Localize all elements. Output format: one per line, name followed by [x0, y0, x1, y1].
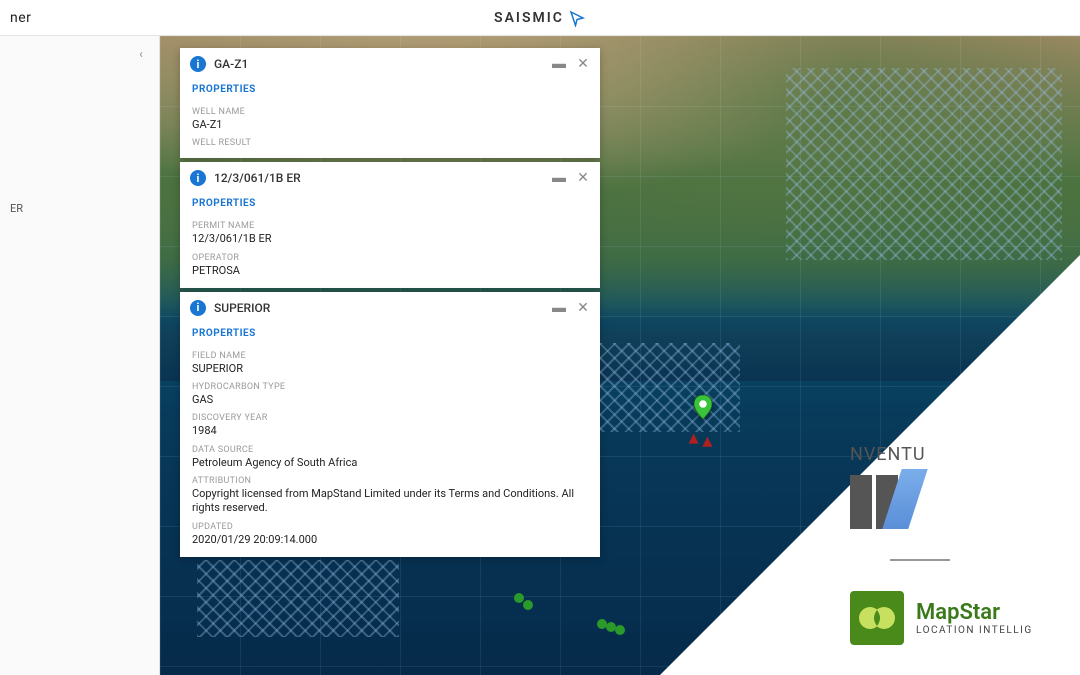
- left-sidebar: ‹ ER: [0, 36, 160, 675]
- minimize-icon: ▬: [552, 171, 566, 185]
- popup-header: i SUPERIOR ▬ ✕: [180, 292, 600, 324]
- property-value: Copyright licensed from MapStand Limited…: [192, 487, 588, 516]
- popup-title: SUPERIOR: [214, 301, 544, 315]
- sidebar-fragment-text: ER: [0, 196, 159, 221]
- property-value: 1984: [192, 424, 588, 438]
- info-popup: i SUPERIOR ▬ ✕ PROPERTIES FIELD NAME SUP…: [180, 292, 600, 557]
- popup-body: FIELD NAME SUPERIOR HYDROCARBON TYPE GAS…: [180, 351, 600, 557]
- close-button[interactable]: ✕: [576, 57, 590, 71]
- property-value: 2020/01/29 20:09:14.000: [192, 533, 588, 547]
- info-popup-stack: i GA-Z1 ▬ ✕ PROPERTIES WELL NAME GA-Z1 W…: [180, 48, 600, 561]
- property-label: OPERATOR: [192, 253, 588, 263]
- property-label: FIELD NAME: [192, 351, 588, 361]
- property-label: HYDROCARBON TYPE: [192, 382, 588, 392]
- close-button[interactable]: ✕: [576, 301, 590, 315]
- popup-body: PERMIT NAME 12/3/061/1B ER OPERATOR PETR…: [180, 221, 600, 288]
- property-label: UPDATED: [192, 522, 588, 532]
- minimize-button[interactable]: ▬: [552, 301, 566, 315]
- map-pin-marker[interactable]: [694, 395, 712, 419]
- property-label: WELL RESULT: [192, 138, 588, 148]
- popup-header: i GA-Z1 ▬ ✕: [180, 48, 600, 80]
- popup-section-label: PROPERTIES: [180, 80, 600, 101]
- popup-title: GA-Z1: [214, 57, 544, 71]
- property-value: 12/3/061/1B ER: [192, 232, 588, 246]
- close-button[interactable]: ✕: [576, 171, 590, 185]
- header-left-text: ner: [10, 10, 31, 26]
- minimize-button[interactable]: ▬: [552, 171, 566, 185]
- popup-section-label: PROPERTIES: [180, 324, 600, 345]
- sidebar-collapse-button[interactable]: ‹: [131, 44, 151, 64]
- map-hatch-block: [197, 560, 399, 637]
- popup-header: i 12/3/061/1B ER ▬ ✕: [180, 162, 600, 194]
- property-label: PERMIT NAME: [192, 221, 588, 231]
- close-icon: ✕: [577, 171, 589, 185]
- property-value: GA-Z1: [192, 118, 588, 132]
- chevron-left-icon: ‹: [139, 47, 143, 61]
- property-label: DISCOVERY YEAR: [192, 413, 588, 423]
- property-label: DATA SOURCE: [192, 445, 588, 455]
- property-label: ATTRIBUTION: [192, 476, 588, 486]
- info-icon: i: [190, 56, 206, 72]
- property-value: PETROSA: [192, 264, 588, 278]
- app-header: ner SAISMIC: [0, 0, 1080, 36]
- info-icon: i: [190, 300, 206, 316]
- close-icon: ✕: [577, 57, 589, 71]
- popup-section-label: PROPERTIES: [180, 194, 600, 215]
- map-field-marker[interactable]: [615, 625, 625, 635]
- info-popup: i GA-Z1 ▬ ✕ PROPERTIES WELL NAME GA-Z1 W…: [180, 48, 600, 158]
- property-value: GAS: [192, 393, 588, 407]
- info-icon: i: [190, 170, 206, 186]
- map-field-marker[interactable]: [523, 600, 533, 610]
- map-hatch-block: [786, 68, 1062, 260]
- property-value: SUPERIOR: [192, 362, 588, 376]
- minimize-button[interactable]: ▬: [552, 57, 566, 71]
- minimize-icon: ▬: [552, 57, 566, 71]
- property-label: WELL NAME: [192, 107, 588, 117]
- property-value: Petroleum Agency of South Africa: [192, 456, 588, 470]
- info-popup: i 12/3/061/1B ER ▬ ✕ PROPERTIES PERMIT N…: [180, 162, 600, 288]
- close-icon: ✕: [577, 301, 589, 315]
- brand-logo: SAISMIC: [494, 9, 586, 27]
- cursor-icon: [568, 9, 586, 27]
- popup-title: 12/3/061/1B ER: [214, 171, 544, 185]
- map-field-marker[interactable]: [514, 593, 524, 603]
- popup-body: WELL NAME GA-Z1 WELL RESULT: [180, 107, 600, 158]
- minimize-icon: ▬: [552, 301, 566, 315]
- brand-name: SAISMIC: [494, 10, 564, 26]
